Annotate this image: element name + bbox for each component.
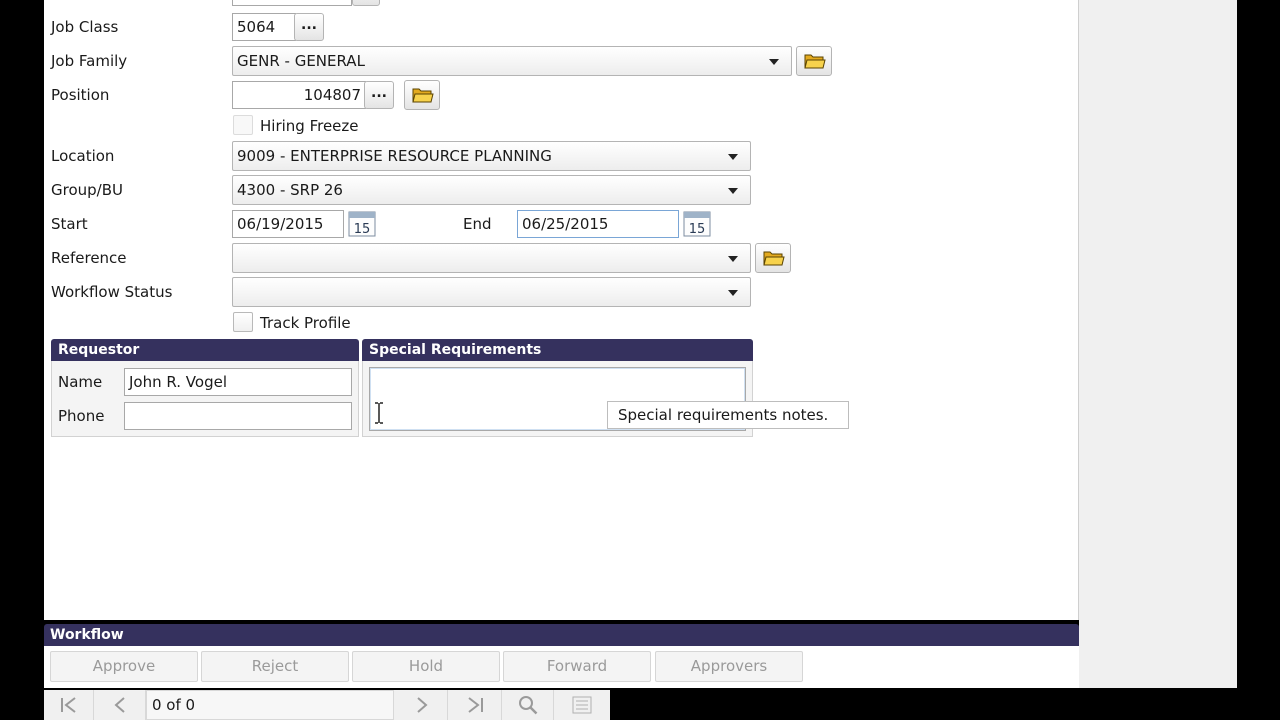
next-record-icon — [416, 697, 428, 713]
requestor-name-label: Name — [58, 373, 103, 391]
partial-top-button[interactable] — [352, 0, 380, 6]
track-profile-label: Track Profile — [260, 314, 351, 332]
end-label: End — [463, 215, 492, 233]
start-calendar-button[interactable]: 15 — [348, 211, 376, 237]
special-requirements-title: Special Requirements — [362, 339, 753, 361]
end-date-input[interactable]: 06/25/2015 — [517, 210, 679, 238]
position-input[interactable]: 104807 — [232, 81, 366, 109]
last-record-icon — [467, 697, 483, 713]
group-bu-select[interactable]: 4300 - SRP 26 — [232, 175, 751, 205]
reference-label: Reference — [51, 249, 127, 267]
location-select[interactable]: 9009 - ENTERPRISE RESOURCE PLANNING — [232, 141, 751, 171]
hiring-freeze-label: Hiring Freeze — [260, 117, 359, 135]
right-margin — [1237, 0, 1280, 720]
list-view-button[interactable] — [554, 690, 610, 720]
svg-text:15: 15 — [689, 222, 706, 237]
open-folder-icon — [412, 88, 434, 103]
approvers-button[interactable]: Approvers — [655, 651, 803, 682]
job-family-label: Job Family — [51, 52, 128, 70]
first-record-button[interactable] — [44, 690, 94, 720]
forward-button[interactable]: Forward — [503, 651, 651, 682]
position-lookup-button[interactable]: ... — [364, 81, 394, 109]
job-family-value: GENR - GENERAL — [237, 52, 365, 70]
requestor-phone-input[interactable] — [124, 402, 352, 430]
workflow-title: Workflow — [44, 624, 1079, 646]
search-icon — [518, 696, 537, 715]
calendar-icon: 15 — [683, 211, 711, 237]
hold-button[interactable]: Hold — [352, 651, 500, 682]
start-date-input[interactable]: 06/19/2015 — [232, 210, 344, 238]
form-panel — [44, 0, 1079, 620]
location-label: Location — [51, 147, 115, 165]
svg-text:15: 15 — [354, 222, 371, 237]
search-button[interactable] — [502, 690, 554, 720]
list-icon — [572, 696, 592, 714]
chevron-down-icon — [769, 59, 779, 65]
job-class-input[interactable]: 5064 — [232, 13, 296, 41]
start-label: Start — [51, 215, 88, 233]
reference-browse-button[interactable] — [755, 243, 791, 273]
requestor-name-input[interactable]: John R. Vogel — [124, 368, 352, 396]
first-record-icon — [60, 697, 76, 713]
right-side-panel — [1079, 0, 1237, 688]
next-record-button[interactable] — [396, 690, 448, 720]
position-label: Position — [51, 86, 110, 104]
chevron-down-icon — [728, 290, 738, 296]
previous-record-icon — [113, 697, 125, 713]
job-class-label: Job Class — [51, 18, 119, 36]
workflow-status-label: Workflow Status — [51, 283, 173, 301]
position-browse-button[interactable] — [404, 80, 440, 110]
open-folder-icon — [763, 251, 785, 266]
approve-button[interactable]: Approve — [50, 651, 198, 682]
reference-select[interactable] — [232, 243, 751, 273]
job-class-lookup-button[interactable]: ... — [294, 13, 324, 41]
special-requirements-tooltip: Special requirements notes. — [607, 401, 849, 429]
text-cursor-icon — [375, 402, 383, 424]
previous-record-button[interactable] — [94, 690, 146, 720]
job-family-browse-button[interactable] — [796, 46, 832, 76]
calendar-icon: 15 — [348, 211, 376, 237]
job-family-select[interactable]: GENR - GENERAL — [232, 46, 792, 76]
hiring-freeze-checkbox[interactable] — [233, 115, 253, 135]
group-bu-value: 4300 - SRP 26 — [237, 181, 343, 199]
reject-button[interactable]: Reject — [201, 651, 349, 682]
requestor-section-title: Requestor — [51, 339, 359, 361]
partial-top-field[interactable] — [232, 0, 352, 6]
chevron-down-icon — [728, 188, 738, 194]
left-margin — [0, 0, 44, 720]
chevron-down-icon — [728, 154, 738, 160]
last-record-button[interactable] — [448, 690, 502, 720]
record-counter: 0 of 0 — [146, 690, 394, 720]
open-folder-icon — [804, 54, 826, 69]
chevron-down-icon — [728, 256, 738, 262]
location-value: 9009 - ENTERPRISE RESOURCE PLANNING — [237, 147, 552, 165]
requestor-phone-label: Phone — [58, 407, 105, 425]
track-profile-checkbox[interactable] — [233, 312, 253, 332]
workflow-status-select[interactable] — [232, 277, 751, 307]
end-calendar-button[interactable]: 15 — [683, 211, 711, 237]
group-bu-label: Group/BU — [51, 181, 123, 199]
